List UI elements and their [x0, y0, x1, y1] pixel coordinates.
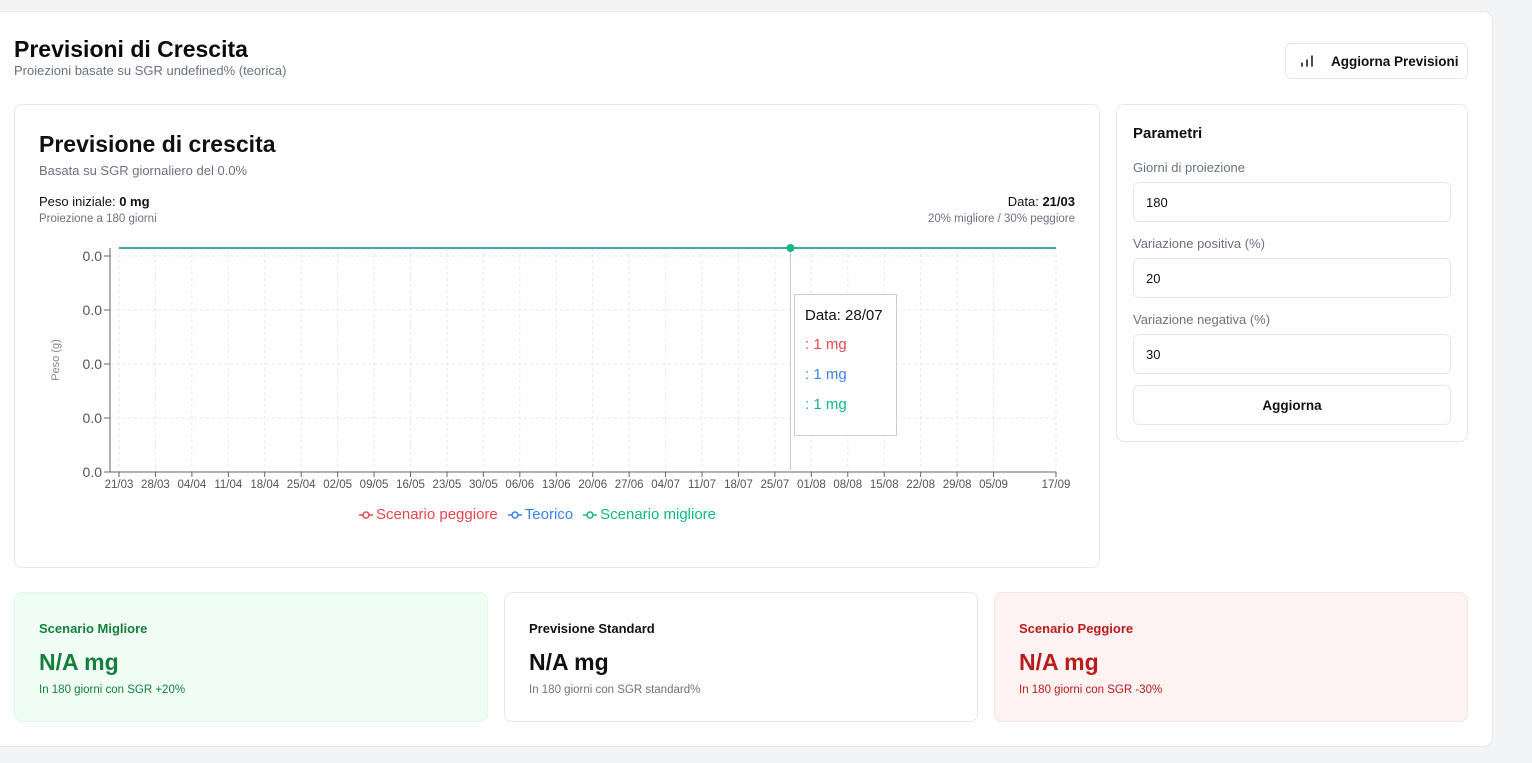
standard-forecast-value: N/A mg — [529, 649, 609, 675]
chart-tooltip: Data: 28/07 : 1 mg : 1 mg : 1 mg — [794, 294, 897, 436]
legend-best-marker — [583, 510, 598, 519]
x-tick-label: 09/05 — [360, 479, 389, 491]
x-tick-label: 27/06 — [615, 479, 644, 491]
x-tick-label: 01/08 — [797, 479, 826, 491]
positive-variation-label: Variazione positiva (%) — [1133, 236, 1265, 251]
legend-theoretical[interactable]: Teorico — [507, 506, 574, 523]
x-tick-label: 16/05 — [396, 479, 425, 491]
active-point — [786, 244, 795, 252]
y-tick-label: 0.0 — [83, 464, 103, 480]
worst-scenario-card: Scenario Peggiore N/A mg In 180 giorni c… — [994, 592, 1468, 722]
positive-variation-input[interactable] — [1133, 258, 1451, 298]
chart-card: Previsione di crescita Basata su SGR gio… — [14, 104, 1100, 568]
x-tick-label: 29/08 — [943, 479, 972, 491]
tooltip-theoretical-value: : 1 mg — [805, 366, 847, 383]
y-tick-label: 0.0 — [83, 248, 103, 264]
x-tick-label: 25/04 — [287, 479, 316, 491]
standard-forecast-title: Previsione Standard — [529, 621, 655, 636]
growth-chart[interactable]: 0.0 0.0 0.0 0.0 0.0 Peso (g) 21/03 28/03 04/04 11… — [15, 105, 1101, 569]
x-tick-label: 05/09 — [979, 479, 1008, 491]
x-tick-label: 23/05 — [433, 479, 462, 491]
x-tick-label: 25/07 — [761, 479, 790, 491]
x-tick-label: 11/07 — [688, 479, 716, 491]
x-tick-label: 22/08 — [906, 479, 935, 491]
x-tick-label: 04/07 — [651, 479, 680, 491]
standard-forecast-note: In 180 giorni con SGR standard% — [529, 684, 701, 696]
x-tick-label: 17/09 — [1042, 479, 1071, 491]
x-tick-label: 11/04 — [214, 479, 243, 491]
x-tick-label: 02/05 — [323, 479, 352, 491]
x-tick-label: 18/07 — [724, 479, 753, 491]
negative-variation-input[interactable] — [1133, 334, 1451, 374]
x-tick-label: 18/04 — [250, 479, 279, 491]
best-scenario-note: In 180 giorni con SGR +20% — [39, 684, 186, 696]
x-tick-label: 08/08 — [833, 479, 862, 491]
tooltip-best-value: : 1 mg — [805, 396, 847, 413]
refresh-forecast-button[interactable]: Aggiorna Previsioni — [1285, 43, 1468, 79]
worst-scenario-value: N/A mg — [1019, 649, 1099, 675]
x-tick-label: 20/06 — [578, 479, 607, 491]
y-tick-label: 0.0 — [83, 410, 103, 426]
worst-scenario-title: Scenario Peggiore — [1019, 621, 1134, 636]
best-scenario-value: N/A mg — [39, 649, 119, 675]
page-subtitle: Proiezioni basate su SGR undefined% (teo… — [14, 63, 287, 78]
legend-theoretical-label: Teorico — [524, 506, 574, 523]
x-tick-label: 21/03 — [105, 479, 134, 491]
y-tick-label: 0.0 — [83, 302, 103, 318]
parameters-title: Parametri — [1133, 125, 1203, 142]
tooltip-date: Data: 28/07 — [805, 307, 883, 324]
x-tick-label: 04/04 — [177, 479, 206, 491]
legend-theoretical-marker — [507, 510, 522, 519]
x-tick-label: 13/06 — [542, 479, 571, 491]
best-scenario-title: Scenario Migliore — [39, 621, 148, 636]
x-tick-label: 15/08 — [870, 479, 899, 491]
legend-best[interactable]: Scenario migliore — [583, 506, 716, 523]
legend-worst-label: Scenario peggiore — [376, 506, 498, 523]
worst-scenario-note: In 180 giorni con SGR -30% — [1019, 684, 1163, 696]
bar-chart-icon — [1301, 55, 1313, 67]
parameters-panel: Parametri Giorni di proiezione Variazion… — [1116, 104, 1468, 442]
x-tick-label: 28/03 — [141, 479, 170, 491]
x-tick-label: 30/05 — [469, 479, 498, 491]
page-title: Previsioni di Crescita — [14, 36, 248, 62]
standard-forecast-card: Previsione Standard N/A mg In 180 giorni… — [504, 592, 978, 722]
refresh-forecast-label: Aggiorna Previsioni — [1331, 53, 1459, 69]
projection-days-input[interactable] — [1133, 182, 1451, 222]
projection-days-label: Giorni di proiezione — [1133, 160, 1246, 175]
legend-best-label: Scenario migliore — [600, 506, 717, 523]
legend-worst-marker — [359, 510, 373, 519]
apply-parameters-button[interactable]: Aggiorna — [1133, 385, 1451, 425]
legend-worst[interactable]: Scenario peggiore — [359, 506, 498, 523]
chart-legend: Scenario peggiore Teorico Scenario migli… — [359, 506, 716, 523]
tooltip-worst-value: : 1 mg — [805, 336, 847, 353]
x-tick-label: 06/06 — [505, 479, 534, 491]
y-axis-label: Peso (g) — [50, 339, 62, 381]
negative-variation-label: Variazione negativa (%) — [1133, 312, 1271, 327]
y-tick-label: 0.0 — [83, 356, 103, 372]
best-scenario-card: Scenario Migliore N/A mg In 180 giorni c… — [14, 592, 488, 722]
